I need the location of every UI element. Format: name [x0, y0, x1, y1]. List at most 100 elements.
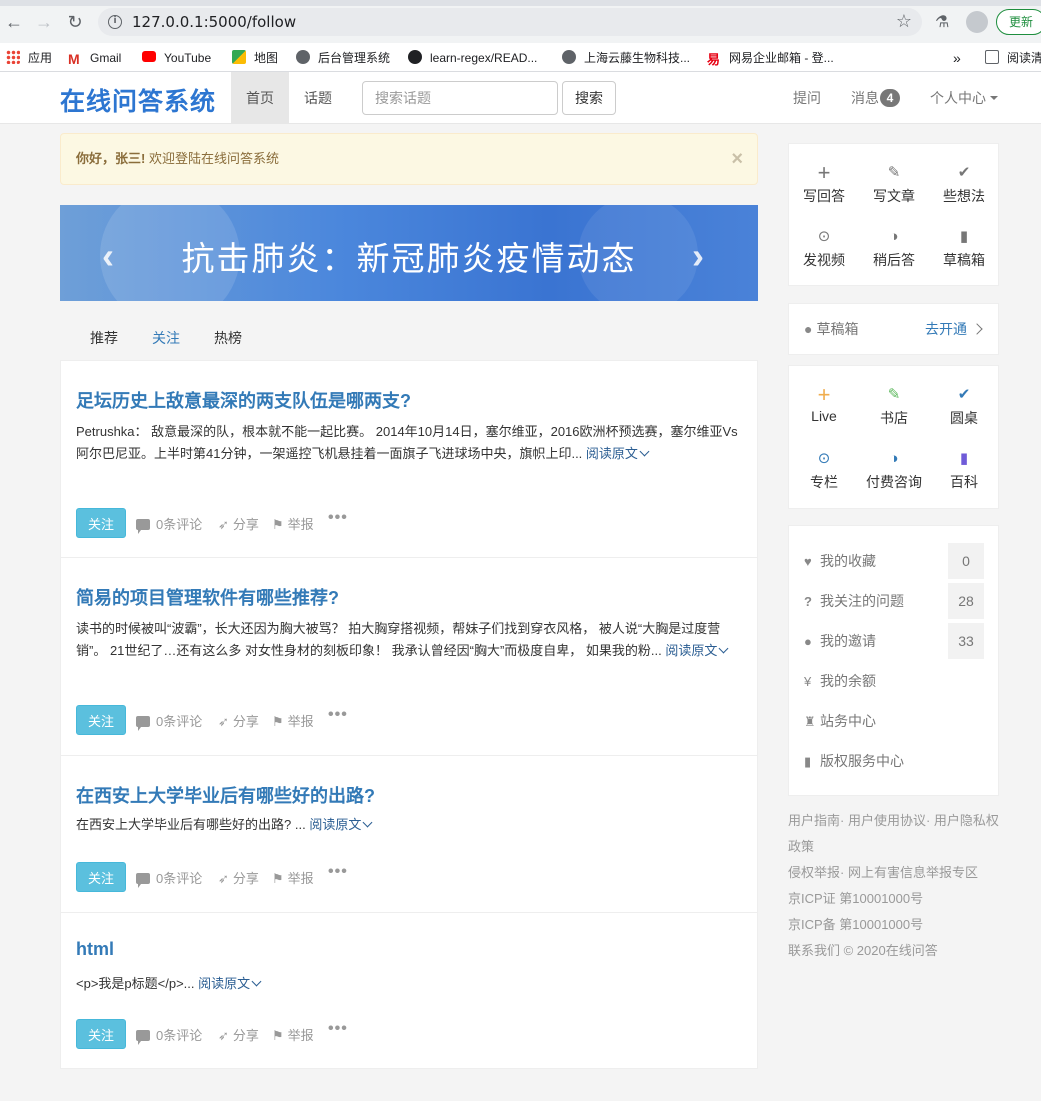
- share-link[interactable]: ➶ 分享: [218, 868, 259, 887]
- maps-icon: [232, 50, 246, 64]
- apps-grid-icon: [6, 50, 20, 64]
- comments-link[interactable]: 0条评论: [136, 1025, 202, 1045]
- bookmark-star-icon[interactable]: ☆: [896, 8, 912, 36]
- forward-icon[interactable]: →: [34, 12, 54, 32]
- more-icon[interactable]: •••: [328, 509, 348, 527]
- ask-link[interactable]: 提问: [793, 72, 821, 124]
- flask-extension-icon[interactable]: ⚗: [935, 12, 955, 32]
- stat-invitations[interactable]: ● 我的邀请 33: [804, 623, 984, 659]
- flag-icon: ⚑: [272, 714, 284, 729]
- close-icon[interactable]: ×: [731, 134, 743, 184]
- reload-icon[interactable]: ↻: [65, 12, 85, 32]
- bookmark-reading-list[interactable]: 阅读清: [985, 49, 1041, 67]
- report-link[interactable]: ⚑ 举报: [272, 868, 314, 887]
- follow-button[interactable]: 关注: [76, 862, 126, 892]
- nav-home[interactable]: 首页: [231, 72, 289, 124]
- read-more-link[interactable]: 阅读原文: [665, 643, 729, 658]
- drafts-open-link[interactable]: 去开通: [925, 319, 983, 339]
- tab-hot[interactable]: 热榜: [214, 328, 242, 348]
- create-idea-button[interactable]: ✔ 些想法: [929, 162, 999, 206]
- back-icon[interactable]: ←: [4, 12, 24, 32]
- read-more-link[interactable]: 阅读原文: [198, 976, 262, 991]
- comments-link[interactable]: 0条评论: [136, 514, 202, 534]
- user-stats-panel: ♥ 我的收藏 0 ? 我关注的问题 28 ● 我的邀请 33 ¥ 我的余额 ♜ 站务中心 …: [788, 525, 999, 796]
- question-title[interactable]: html: [76, 939, 114, 960]
- answer-later-button[interactable]: ◑ 稍后答: [859, 226, 929, 270]
- stat-count: 33: [948, 623, 984, 659]
- stat-balance[interactable]: ¥ 我的余额: [804, 663, 984, 699]
- service-bookstore[interactable]: ✎ 书店: [859, 384, 929, 428]
- carousel-banner[interactable]: ‹ 抗击肺炎：新冠肺炎疫情动态 ›: [60, 205, 758, 301]
- comments-link[interactable]: 0条评论: [136, 711, 202, 731]
- flag-icon: ⚑: [272, 1028, 284, 1043]
- search-input[interactable]: [362, 81, 558, 115]
- stat-copyright-center[interactable]: ▮ 版权服务中心: [804, 743, 984, 779]
- netease-icon: 易: [707, 52, 721, 67]
- plus-icon: +: [817, 160, 831, 185]
- bookmark-admin[interactable]: 后台管理系统: [296, 49, 390, 67]
- follow-button[interactable]: 关注: [76, 508, 126, 538]
- footer-report-links[interactable]: 侵权举报· 网上有害信息举报专区: [788, 860, 1003, 886]
- footer-contact[interactable]: 联系我们 © 2020在线问答: [788, 938, 1003, 964]
- welcome-alert: 你好，张三! 欢迎登陆在线问答系统 ×: [60, 133, 758, 185]
- stat-favorites[interactable]: ♥ 我的收藏 0: [804, 543, 984, 579]
- bookmarks-overflow[interactable]: »: [953, 49, 961, 67]
- tab-strip: [0, 0, 1041, 6]
- bookmark-apps[interactable]: 应用: [6, 49, 52, 67]
- address-bar[interactable]: i 127.0.0.1:5000/follow ☆: [98, 8, 922, 36]
- share-link[interactable]: ➶ 分享: [218, 711, 259, 730]
- profile-avatar[interactable]: [966, 11, 988, 33]
- share-icon: ➶: [218, 517, 229, 532]
- more-icon[interactable]: •••: [328, 706, 348, 724]
- service-paid-consult[interactable]: ◑ 付费咨询: [859, 448, 929, 492]
- question-excerpt: <p>我是p标题</p>... 阅读原文: [76, 973, 740, 995]
- report-link[interactable]: ⚑ 举报: [272, 711, 314, 730]
- search-button[interactable]: 搜索: [562, 81, 616, 115]
- question-title[interactable]: 在西安上大学毕业后有哪些好的出路?: [76, 782, 375, 808]
- service-live[interactable]: + Live: [789, 384, 859, 425]
- comment-icon: [136, 716, 150, 731]
- carousel-next-icon[interactable]: ›: [692, 235, 704, 277]
- read-more-link[interactable]: 阅读原文: [309, 817, 373, 832]
- share-link[interactable]: ➶ 分享: [218, 514, 259, 533]
- create-video-button[interactable]: ⊙ 发视频: [789, 226, 859, 270]
- more-icon[interactable]: •••: [328, 1020, 348, 1038]
- tab-follow[interactable]: 关注: [152, 328, 180, 348]
- question-title[interactable]: 足坛历史上敌意最深的两支队伍是哪两支?: [76, 387, 411, 413]
- service-encyclopedia[interactable]: ▮ 百科: [929, 448, 999, 492]
- more-icon[interactable]: •••: [328, 863, 348, 881]
- bookmark-youtube[interactable]: YouTube: [142, 49, 211, 67]
- read-more-link[interactable]: 阅读原文: [586, 446, 650, 461]
- bookmark-netease-mail[interactable]: 易网易企业邮箱 - 登...: [707, 49, 834, 67]
- play-circle-icon: ⊙: [817, 228, 831, 245]
- follow-button[interactable]: 关注: [76, 1019, 126, 1049]
- bookmark-yunteng[interactable]: 上海云藤生物科技...: [562, 49, 690, 67]
- update-button[interactable]: 更新: [996, 9, 1041, 35]
- stat-followed-questions[interactable]: ? 我关注的问题 28: [804, 583, 984, 619]
- comments-link[interactable]: 0条评论: [136, 868, 202, 888]
- report-link[interactable]: ⚑ 举报: [272, 514, 314, 533]
- drafts-button[interactable]: ▮ 草稿箱: [929, 226, 999, 270]
- stat-site-center[interactable]: ♜ 站务中心: [804, 703, 984, 739]
- create-answer-button[interactable]: + 写回答: [789, 162, 859, 206]
- footer-icp-license: 京ICP证 第10001000号: [788, 891, 924, 906]
- site-brand[interactable]: 在线问答系统: [60, 82, 216, 118]
- tab-recommend[interactable]: 推荐: [90, 328, 118, 348]
- site-info-icon[interactable]: i: [108, 15, 122, 29]
- report-link[interactable]: ⚑ 举报: [272, 1025, 314, 1044]
- service-roundtable[interactable]: ✔ 圆桌: [929, 384, 999, 428]
- profile-dropdown[interactable]: 个人中心: [930, 72, 998, 124]
- messages-link[interactable]: 消息 4: [851, 72, 900, 124]
- follow-button[interactable]: 关注: [76, 705, 126, 735]
- create-article-button[interactable]: ✎ 写文章: [859, 162, 929, 206]
- bookmark-gmail[interactable]: M Gmail: [68, 49, 121, 67]
- question-excerpt: Petrushka： 敌意最深的队，根本就不能一起比赛。 2014年10月14日…: [76, 424, 738, 461]
- bookmark-maps[interactable]: 地图: [232, 49, 278, 67]
- user-icon: ●: [804, 634, 812, 649]
- question-title[interactable]: 简易的项目管理软件有哪些推荐?: [76, 584, 339, 610]
- service-column[interactable]: ⊙ 专栏: [789, 448, 859, 492]
- share-link[interactable]: ➶ 分享: [218, 1025, 259, 1044]
- nav-topics[interactable]: 话题: [289, 72, 347, 124]
- bookmark-learn-regex[interactable]: learn-regex/READ...: [408, 49, 537, 67]
- footer-policy-links[interactable]: 用户指南· 用户使用协议· 用户隐私权政策: [788, 808, 1003, 860]
